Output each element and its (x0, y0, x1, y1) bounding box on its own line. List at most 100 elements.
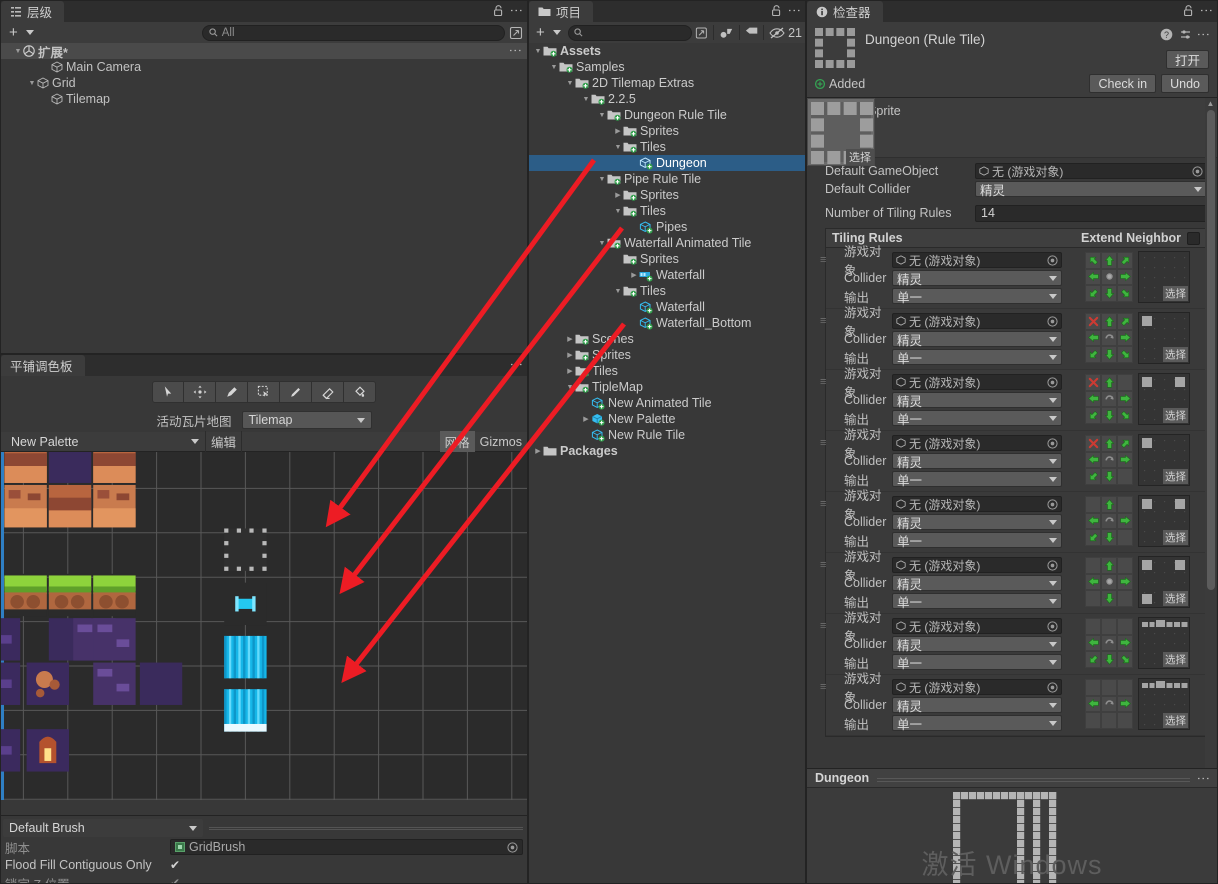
rule-preview[interactable]: 选择 (1138, 312, 1190, 364)
rule-drag-handle[interactable]: ≡ (820, 620, 826, 632)
default-collider-dropdown[interactable]: 精灵 (975, 181, 1207, 198)
object-picker-icon[interactable] (1047, 376, 1058, 388)
expand-arrow-icon[interactable]: ▼ (13, 48, 23, 55)
neighbor-cell-6[interactable] (1085, 651, 1101, 668)
brush-script-field[interactable]: GridBrush (170, 839, 523, 855)
rule-drag-handle[interactable]: ≡ (820, 437, 826, 449)
project-row[interactable]: ▼ Tiles (529, 283, 805, 299)
neighbor-cell-6[interactable] (1085, 407, 1101, 424)
expand-arrow-icon[interactable]: ▶ (533, 447, 543, 455)
expand-search-icon[interactable] (509, 26, 523, 40)
expand-arrow-icon[interactable]: ▼ (613, 288, 623, 295)
rule-drag-handle[interactable]: ≡ (820, 376, 826, 388)
neighbor-cell-3[interactable] (1085, 268, 1101, 286)
scroll-up-arrow-icon[interactable]: ▲ (1206, 99, 1215, 109)
neighbor-cell-5[interactable] (1117, 573, 1133, 591)
neighbor-cell-7[interactable] (1101, 529, 1117, 546)
expand-arrow-icon[interactable]: ▶ (581, 415, 591, 423)
rule-neighbor-matrix[interactable] (1084, 617, 1134, 669)
rule-preview[interactable]: 选择 (1138, 251, 1190, 303)
tiling-rule-row[interactable]: 游戏对象 ≡ 无 (游戏对象) Collider 精灵 输出 单一 选择 (820, 428, 1206, 492)
object-picker-icon[interactable] (507, 841, 518, 853)
project-row[interactable]: ▶ Waterfall (529, 267, 805, 283)
project-search-input[interactable] (567, 24, 693, 41)
tab-tile-palette[interactable]: 平铺调色板 (1, 355, 85, 376)
hierarchy-row-menu-icon[interactable]: ⋮ (508, 44, 523, 57)
hierarchy-row[interactable]: ▼ 扩展* ⋮ (1, 43, 527, 60)
hierarchy-row[interactable]: ▼ Grid (1, 75, 527, 91)
project-row[interactable]: Dungeon (529, 155, 805, 171)
neighbor-cell-6[interactable] (1085, 285, 1101, 302)
rule-neighbor-matrix[interactable] (1084, 373, 1134, 425)
rule-output-dropdown[interactable]: 单一 (892, 471, 1062, 488)
neighbor-cell-3[interactable] (1085, 695, 1101, 713)
neighbor-cell-4[interactable] (1101, 634, 1117, 652)
expand-arrow-icon[interactable]: ▶ (629, 271, 639, 279)
undo-button[interactable]: Undo (1161, 74, 1209, 93)
hierarchy-search-input[interactable]: All (201, 24, 505, 41)
neighbor-cell-0[interactable] (1085, 496, 1101, 513)
preset-icon[interactable] (1179, 28, 1192, 41)
rule-gameobject-field[interactable]: 无 (游戏对象) (892, 618, 1062, 634)
project-row[interactable]: Pipes (529, 219, 805, 235)
tiling-rule-row[interactable]: 游戏对象 ≡ 无 (游戏对象) Collider 精灵 输出 单一 选择 (820, 550, 1206, 614)
rule-neighbor-matrix[interactable] (1084, 495, 1134, 547)
rule-neighbor-matrix[interactable] (1084, 251, 1134, 303)
neighbor-cell-3[interactable] (1085, 634, 1101, 652)
neighbor-cell-7[interactable] (1101, 468, 1117, 485)
object-picker-icon[interactable] (1047, 498, 1058, 510)
rule-gameobject-field[interactable]: 无 (游戏对象) (892, 313, 1062, 329)
expand-arrow-icon[interactable]: ▶ (613, 127, 623, 135)
help-icon[interactable]: ? (1160, 28, 1173, 41)
select-tool-icon[interactable] (152, 381, 184, 403)
rule-gameobject-field[interactable]: 无 (游戏对象) (892, 679, 1062, 695)
lock-icon[interactable] (493, 4, 504, 17)
tiling-rule-row[interactable]: 游戏对象 ≡ 无 (游戏对象) Collider 精灵 输出 单一 选择 (820, 367, 1206, 431)
hierarchy-row[interactable]: Main Camera (1, 59, 527, 75)
tab-hierarchy[interactable]: 层级 (1, 1, 65, 22)
neighbor-cell-0[interactable] (1085, 252, 1101, 269)
project-row[interactable]: New Rule Tile (529, 427, 805, 443)
neighbor-cell-8[interactable] (1117, 529, 1133, 546)
neighbor-cell-6[interactable] (1085, 712, 1101, 729)
neighbor-cell-4[interactable] (1101, 329, 1117, 347)
active-tilemap-dropdown[interactable]: Tilemap (241, 411, 372, 429)
expand-arrow-icon[interactable]: ▶ (613, 191, 623, 199)
object-picker-icon[interactable] (1047, 620, 1058, 632)
brush-dropdown[interactable]: Default Brush (3, 819, 203, 837)
neighbor-cell-4[interactable] (1101, 268, 1117, 286)
rule-drag-handle[interactable]: ≡ (820, 254, 826, 266)
rule-gameobject-field[interactable]: 无 (游戏对象) (892, 374, 1062, 390)
neighbor-cell-8[interactable] (1117, 285, 1133, 302)
default-sprite-field[interactable]: 选择 (807, 98, 875, 166)
object-picker-icon[interactable] (1047, 681, 1058, 693)
neighbor-cell-1[interactable] (1101, 252, 1117, 269)
project-row[interactable]: ▼ Tiles (529, 139, 805, 155)
neighbor-cell-7[interactable] (1101, 651, 1117, 668)
object-picker-icon[interactable] (1047, 315, 1058, 327)
neighbor-cell-7[interactable] (1101, 346, 1117, 363)
project-menu-icon[interactable]: ⋮ (787, 4, 802, 17)
object-picker-icon[interactable] (1047, 559, 1058, 571)
project-row[interactable]: ▶ Packages (529, 443, 805, 459)
paint-brush-tool-icon[interactable] (216, 381, 248, 403)
tiling-rule-row[interactable]: 游戏对象 ≡ 无 (游戏对象) Collider 精灵 输出 单一 选择 (820, 306, 1206, 370)
hierarchy-row[interactable]: Tilemap (1, 91, 527, 107)
neighbor-cell-6[interactable] (1085, 346, 1101, 363)
eraser-tool-icon[interactable] (312, 381, 344, 403)
object-picker-icon[interactable] (1192, 165, 1203, 177)
expand-arrow-icon[interactable]: ▼ (597, 240, 607, 247)
rule-select-sprite-button[interactable]: 选择 (1163, 713, 1188, 728)
rule-gameobject-field[interactable]: 无 (游戏对象) (892, 557, 1062, 573)
rule-collider-dropdown[interactable]: 精灵 (892, 575, 1062, 592)
object-picker-icon[interactable] (1047, 254, 1058, 266)
asset-preview-body[interactable]: 激活 Windows (807, 788, 1217, 883)
project-add-button[interactable]: + (532, 25, 565, 40)
project-row[interactable]: ▶ Sprites (529, 187, 805, 203)
hierarchy-add-button[interactable]: + (5, 25, 38, 40)
neighbor-cell-5[interactable] (1117, 268, 1133, 286)
rule-collider-dropdown[interactable]: 精灵 (892, 392, 1062, 409)
number-rules-input[interactable]: 14 (975, 204, 1207, 222)
neighbor-cell-5[interactable] (1117, 329, 1133, 347)
project-row[interactable]: Sprites (529, 251, 805, 267)
